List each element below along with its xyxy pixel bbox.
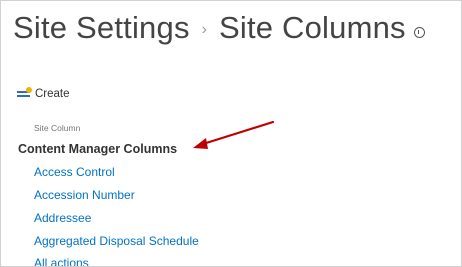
group-header-content-manager-columns: Content Manager Columns: [18, 142, 178, 156]
create-label: Create: [35, 88, 70, 100]
column-link-accession-number[interactable]: Accession Number: [34, 188, 135, 202]
create-icon: [17, 86, 32, 100]
breadcrumb-separator: ›: [201, 21, 207, 38]
page-frame: Site Settings › Site Columns Create Site…: [0, 0, 462, 267]
info-icon[interactable]: [413, 26, 425, 38]
page-title: Site Settings › Site Columns: [13, 10, 425, 46]
column-link-all-actions[interactable]: All actions: [34, 256, 89, 266]
site-column-header: Site Column: [34, 123, 81, 133]
create-button[interactable]: Create: [17, 86, 70, 100]
column-link-aggregated-disposal-schedule[interactable]: Aggregated Disposal Schedule: [34, 234, 199, 248]
column-link-addressee[interactable]: Addressee: [34, 211, 91, 225]
breadcrumb-site-settings[interactable]: Site Settings: [13, 10, 190, 46]
column-link-access-control[interactable]: Access Control: [34, 165, 115, 179]
breadcrumb-site-columns: Site Columns: [218, 10, 406, 45]
